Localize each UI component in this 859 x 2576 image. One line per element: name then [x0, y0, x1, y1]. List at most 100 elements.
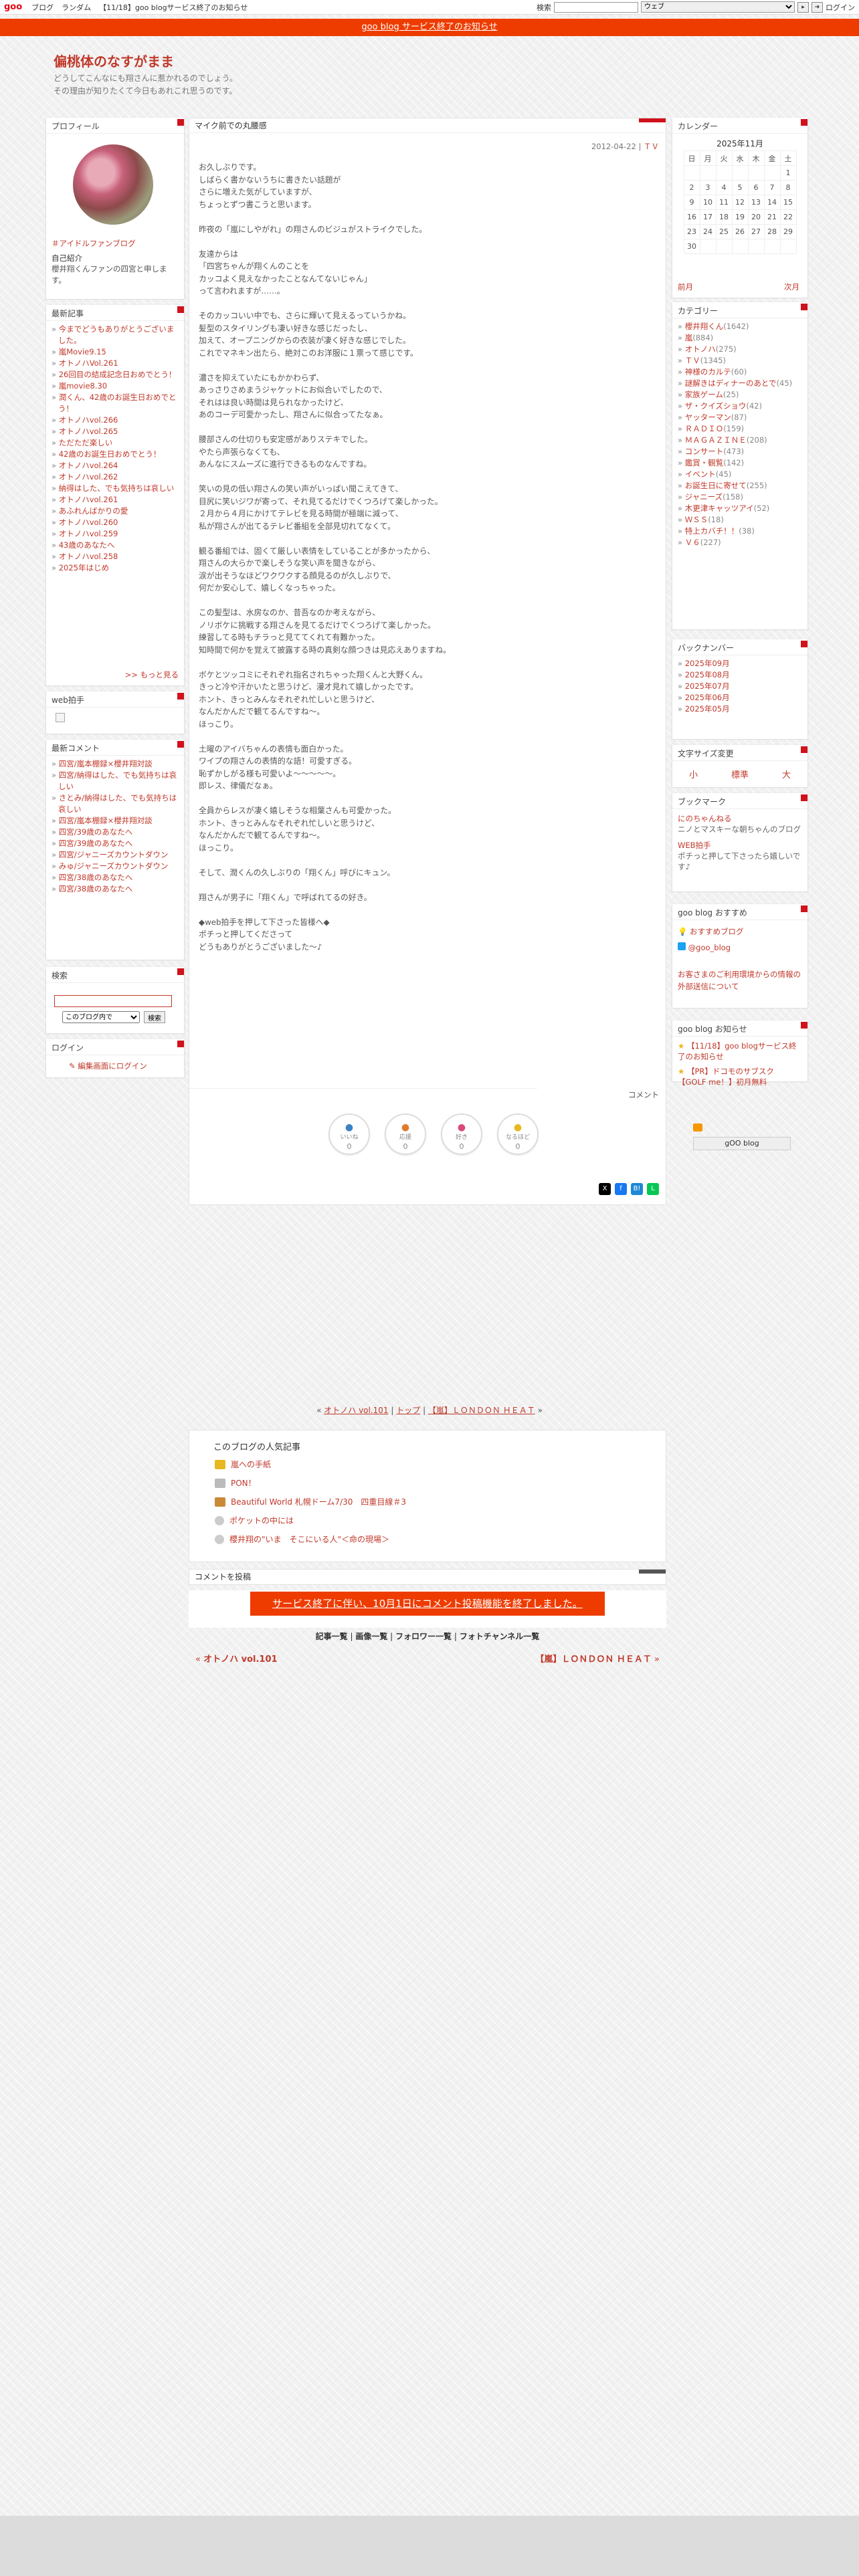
clap-image-icon[interactable]: [56, 713, 65, 722]
reaction-button-clap[interactable]: ● なるほど 0: [497, 1113, 539, 1155]
edit-login-link[interactable]: ✎ 編集画面にログイン: [69, 1061, 184, 1071]
backnumber-item[interactable]: 2025年06月: [678, 692, 802, 704]
post-list-link[interactable]: 記事一覧: [316, 1632, 348, 1641]
topbar-login-link[interactable]: ログイン: [826, 2, 855, 13]
post-category[interactable]: ＴＶ: [644, 142, 659, 151]
top-link[interactable]: トップ: [396, 1406, 420, 1415]
rss-icon[interactable]: [693, 1123, 702, 1132]
recent-post-item[interactable]: オトノハVol.261: [52, 358, 179, 369]
reaction-button-thumbs-up[interactable]: ● いいね 0: [328, 1113, 370, 1155]
search-button[interactable]: 検索: [144, 1011, 165, 1023]
reaction-button-megaphone[interactable]: ● 応援 0: [385, 1113, 426, 1155]
login-icon[interactable]: ➜: [812, 1, 823, 13]
news-item[interactable]: ★ 【PR】ドコモのサブスク【GOLF me！】初月無料: [678, 1066, 802, 1087]
recent-post-item[interactable]: 今までどうもありがとうございました。: [52, 324, 179, 346]
category-item[interactable]: 鑑賞・観覧(142): [678, 457, 802, 469]
category-item[interactable]: イベント(45): [678, 469, 802, 480]
goo-blog-badge[interactable]: gOO blog: [693, 1137, 791, 1150]
category-item[interactable]: 櫻井翔くん(1642): [678, 321, 802, 332]
next-month-link[interactable]: 次月: [784, 282, 799, 292]
category-item[interactable]: 謎解きはディナーのあとで(45): [678, 378, 802, 389]
category-item[interactable]: 木更津キャッツアイ(52): [678, 503, 802, 514]
category-item[interactable]: ＭＡＧＡＺＩＮＥ(208): [678, 435, 802, 446]
recent-post-item[interactable]: 2025年はじめ: [52, 562, 179, 574]
popular-item[interactable]: ポケットの中には: [215, 1515, 294, 1526]
category-item[interactable]: 特上カバチ！！(38): [678, 526, 802, 537]
search-go-icon[interactable]: ▸: [797, 1, 809, 13]
backnumber-item[interactable]: 2025年05月: [678, 704, 802, 715]
recent-post-item[interactable]: オトノハvol.266: [52, 415, 179, 426]
reaction-button-heart-eyes[interactable]: ● 好き 0: [441, 1113, 482, 1155]
category-item[interactable]: ＴＶ(1345): [678, 355, 802, 366]
external-info-link[interactable]: お客さまのご利用環境からの情報の外部送信について: [678, 968, 802, 992]
profile-tag[interactable]: ＃アイドルファンブログ: [52, 238, 136, 249]
category-item[interactable]: ジャニーズ(158): [678, 492, 802, 503]
popular-item[interactable]: 嵐への手紙: [215, 1459, 271, 1470]
recent-post-item[interactable]: 42歳のお誕生日おめでとう！: [52, 449, 179, 460]
prev-post-link[interactable]: オトノハ vol.101: [324, 1406, 388, 1415]
category-item[interactable]: 神様のカルテ(60): [678, 366, 802, 378]
comment-item[interactable]: 四宮/38歳のあなたへ: [52, 872, 179, 883]
topbar-link-random[interactable]: ランダム: [62, 2, 91, 13]
recommend-blog-link[interactable]: 💡 おすすめブログ: [678, 926, 802, 938]
comment-item[interactable]: 四宮/39歳のあなたへ: [52, 838, 179, 849]
popular-item[interactable]: 櫻井翔の"いま そこにいる人"＜命の現場＞: [215, 1533, 389, 1545]
search-scope-select[interactable]: ウェブ: [641, 1, 795, 13]
next-post-link[interactable]: 【嵐】ＬＯＮＤＯＮ ＨＥＡＴ: [428, 1406, 535, 1415]
prev-month-link[interactable]: 前月: [678, 282, 693, 292]
hatena-share-icon[interactable]: B!: [631, 1183, 643, 1195]
recent-post-item[interactable]: 43歳のあなたへ: [52, 540, 179, 551]
recent-post-item[interactable]: あふれんばかりの愛: [52, 506, 179, 517]
recent-post-item[interactable]: オトノハvol.259: [52, 528, 179, 540]
facebook-share-icon[interactable]: f: [615, 1183, 627, 1195]
popular-item[interactable]: Beautiful World 札幌ドーム7/30 四重目線＃3: [215, 1496, 406, 1507]
font-large-button[interactable]: 大: [782, 768, 791, 780]
photo-channel-link[interactable]: フォトチャンネル一覧: [460, 1632, 540, 1641]
post-title[interactable]: マイク前での丸腰感: [189, 118, 666, 133]
category-item[interactable]: 嵐(884): [678, 332, 802, 344]
topbar-search-input[interactable]: [554, 1, 638, 13]
recent-post-item[interactable]: 潤くん、42歳のお誕生日おめでとう！: [52, 392, 179, 415]
category-item[interactable]: コンサート(473): [678, 446, 802, 457]
recent-post-item[interactable]: オトノハvol.262: [52, 471, 179, 483]
popular-item[interactable]: PON！: [215, 1477, 256, 1489]
backnumber-item[interactable]: 2025年07月: [678, 681, 802, 692]
recent-post-item[interactable]: 納得はした、でも気持ちは哀しい: [52, 483, 179, 494]
next-post-link[interactable]: 【嵐】ＬＯＮＤＯＮ ＨＥＡＴ: [535, 1654, 652, 1665]
blog-search-input[interactable]: [54, 995, 172, 1007]
x-share-icon[interactable]: X: [599, 1183, 611, 1195]
category-item[interactable]: Ｖ６(227): [678, 537, 802, 548]
line-share-icon[interactable]: L: [647, 1183, 659, 1195]
search-scope-select[interactable]: このブログ内で: [62, 1011, 140, 1023]
news-item[interactable]: ★ 【11/18】goo blogサービス終了のお知らせ: [678, 1041, 802, 1062]
recent-post-item[interactable]: 嵐Movie9.15: [52, 346, 179, 358]
more-posts-link[interactable]: >> もっと見る: [125, 669, 179, 680]
backnumber-item[interactable]: 2025年09月: [678, 658, 802, 669]
recent-post-item[interactable]: オトノハvol.265: [52, 426, 179, 437]
topbar-link-notice[interactable]: 【11/18】goo blogサービス終了のお知らせ: [99, 2, 248, 13]
goo-logo[interactable]: goo: [4, 2, 22, 12]
topbar-link-blog[interactable]: ブログ: [31, 2, 54, 13]
recent-post-item[interactable]: 26回目の結成記念日おめでとう！: [52, 369, 179, 381]
comment-closed-banner[interactable]: サービス終了に伴い、10月1日にコメント投稿機能を終了しました。: [250, 1592, 605, 1616]
recent-post-item[interactable]: 嵐movie8.30: [52, 381, 179, 392]
service-end-notice[interactable]: goo blog サービス終了のお知らせ: [0, 19, 859, 36]
prev-post-link[interactable]: オトノハ vol.101: [203, 1654, 277, 1665]
category-item[interactable]: オトノハ(275): [678, 344, 802, 355]
backnumber-item[interactable]: 2025年08月: [678, 669, 802, 681]
comment-item[interactable]: 四宮/ジャニーズカウントダウン: [52, 849, 179, 861]
comment-item[interactable]: 四宮/39歳のあなたへ: [52, 827, 179, 838]
font-medium-button[interactable]: 標準: [731, 768, 749, 780]
blog-title[interactable]: 偏桃体のなすがまま: [54, 51, 174, 70]
image-list-link[interactable]: 画像一覧: [355, 1632, 387, 1641]
category-item[interactable]: ＲＡＤＩＯ(159): [678, 423, 802, 435]
recent-post-item[interactable]: オトノハvol.258: [52, 551, 179, 562]
category-item[interactable]: ザ・クイズショウ(42): [678, 401, 802, 412]
comment-item[interactable]: 四宮/嵐本棚録×櫻井翔対談: [52, 758, 179, 770]
bookmark-link[interactable]: にのちゃんねる: [678, 813, 802, 824]
comment-item[interactable]: みゅ/ジャニーズカウントダウン: [52, 861, 179, 872]
comment-item[interactable]: 四宮/納得はした、でも気持ちは哀しい: [52, 770, 179, 792]
category-item[interactable]: ヤッターマン(87): [678, 412, 802, 423]
comment-item[interactable]: 四宮/嵐本棚録×櫻井翔対談: [52, 815, 179, 827]
comment-item[interactable]: さとみ/納得はした、でも気持ちは哀しい: [52, 792, 179, 815]
